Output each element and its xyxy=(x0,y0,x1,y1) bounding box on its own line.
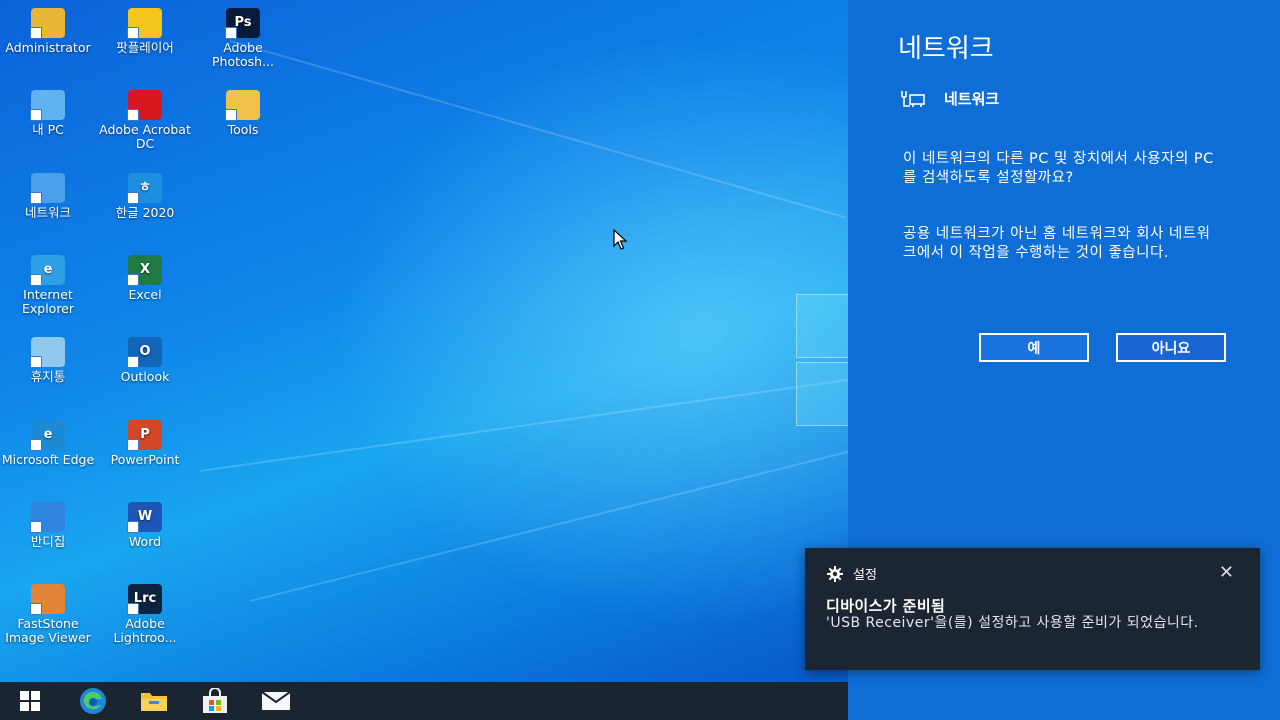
outlook-icon: O xyxy=(127,337,162,368)
network-icon xyxy=(30,173,65,204)
desktop[interactable]: Administrator 팟플레이어 Ps Adobe Photosh... 내 PC… xyxy=(0,0,848,682)
desktop-icon-label: 내 PC xyxy=(32,122,64,137)
desktop-icon[interactable]: P PowerPoint xyxy=(97,420,193,467)
desktop-icon[interactable]: e Microsoft Edge xyxy=(0,420,96,467)
edge-icon: e xyxy=(30,420,65,451)
taskbar-mail-button[interactable] xyxy=(256,686,296,716)
microsoft-store-icon xyxy=(203,688,227,713)
desktop-icon[interactable]: 반디집 xyxy=(0,502,96,549)
wallpaper-light-beam xyxy=(229,40,846,219)
desktop-icon-label: Excel xyxy=(128,287,162,302)
toast-title: 디바이스가 준비됨 xyxy=(826,597,946,615)
acrobat-icon xyxy=(127,90,162,121)
windows-start-icon xyxy=(20,691,40,711)
taskbar-store-button[interactable] xyxy=(195,686,235,716)
desktop-icon-label: Word xyxy=(128,534,162,549)
taskbar-edge-button[interactable] xyxy=(73,686,113,716)
network-entry[interactable]: 네트워크 xyxy=(900,88,999,109)
flyout-title: 네트워크 xyxy=(898,34,994,64)
desktop-icon-label: 반디집 xyxy=(30,534,66,549)
start-button[interactable] xyxy=(10,686,50,716)
toast-header: 설정 xyxy=(827,564,877,583)
user-folder-icon xyxy=(30,8,65,39)
desktop-icon-label: Tools xyxy=(227,122,259,137)
network-name: 네트워크 xyxy=(944,90,1000,108)
desktop-icon[interactable]: FastStone Image Viewer xyxy=(0,584,96,645)
hangul-icon: ㅎ xyxy=(127,173,162,204)
desktop-icon[interactable]: Administrator xyxy=(0,8,96,55)
yes-button[interactable]: 예 xyxy=(979,333,1089,362)
taskbar xyxy=(0,682,848,720)
recycle-bin-icon xyxy=(30,337,65,368)
excel-icon: X xyxy=(127,255,162,286)
toast-app-name: 설정 xyxy=(853,568,877,583)
desktop-icon-label: Adobe Acrobat DC xyxy=(99,122,191,151)
wallpaper-window-pane xyxy=(796,362,848,426)
desktop-icon-label: Microsoft Edge xyxy=(1,452,95,467)
file-explorer-icon xyxy=(141,693,167,711)
lightroom-icon: Lrc xyxy=(127,584,162,615)
wallpaper-light-beam xyxy=(199,378,848,472)
desktop-icon-label: Adobe Photosh... xyxy=(211,40,274,69)
desktop-icon-label: Outlook xyxy=(120,369,170,384)
desktop-icon-label: Administrator xyxy=(5,40,91,55)
desktop-icon-label: PowerPoint xyxy=(110,452,180,467)
discovery-question: 이 네트워크의 다른 PC 및 장치에서 사용자의 PC를 검색하도록 설정할까… xyxy=(903,151,1214,186)
wallpaper-light-beam xyxy=(249,450,848,602)
desktop-icon-label: 팟플레이어 xyxy=(116,40,174,55)
bandizip-icon xyxy=(30,502,65,533)
potplayer-icon xyxy=(127,8,162,39)
desktop-icon[interactable]: Tools xyxy=(195,90,291,137)
tools-folder-icon xyxy=(225,90,260,121)
close-icon[interactable]: ✕ xyxy=(1219,562,1234,583)
edge-taskbar-icon xyxy=(80,688,106,714)
computer-icon xyxy=(30,90,65,121)
desktop-icon[interactable]: ㅎ 한글 2020 xyxy=(97,173,193,220)
mouse-cursor-icon xyxy=(613,229,628,250)
desktop-icon-label: Internet Explorer xyxy=(21,287,75,316)
no-button[interactable]: 아니요 xyxy=(1116,333,1226,362)
desktop-icon-label: 네트워크 xyxy=(24,205,71,220)
discovery-advice: 공용 네트워크가 아닌 홈 네트워크와 회사 네트워크에서 이 작업을 수행하는… xyxy=(903,226,1211,261)
desktop-icon-label: FastStone Image Viewer xyxy=(5,616,91,645)
desktop-icon[interactable]: Ps Adobe Photosh... xyxy=(195,8,291,69)
mail-icon xyxy=(261,691,291,710)
powerpoint-icon: P xyxy=(127,420,162,451)
desktop-icon[interactable]: Adobe Acrobat DC xyxy=(97,90,193,151)
desktop-icon[interactable]: 휴지통 xyxy=(0,337,96,384)
desktop-icon[interactable]: e Internet Explorer xyxy=(0,255,96,316)
gear-icon xyxy=(827,565,843,582)
desktop-icon[interactable]: O Outlook xyxy=(97,337,193,384)
wallpaper-window-pane xyxy=(796,294,848,358)
desktop-icon[interactable]: W Word xyxy=(97,502,193,549)
ethernet-icon xyxy=(901,90,925,107)
desktop-icon[interactable]: 내 PC xyxy=(0,90,96,137)
desktop-icon[interactable]: Lrc Adobe Lightroo... xyxy=(97,584,193,645)
internet-explorer-icon: e xyxy=(30,255,65,286)
photoshop-icon: Ps xyxy=(225,8,260,39)
device-ready-toast[interactable]: 설정 ✕ 디바이스가 준비됨 'USB Receiver'을(를) 설정하고 사… xyxy=(805,548,1260,670)
faststone-icon xyxy=(30,584,65,615)
desktop-icon-label: 휴지통 xyxy=(30,369,66,384)
desktop-icon-label: Adobe Lightroo... xyxy=(113,616,177,645)
desktop-icon[interactable]: X Excel xyxy=(97,255,193,302)
desktop-icon-label: 한글 2020 xyxy=(115,205,175,220)
desktop-icon[interactable]: 네트워크 xyxy=(0,173,96,220)
word-icon: W xyxy=(127,502,162,533)
toast-body: 'USB Receiver'을(를) 설정하고 사용할 준비가 되었습니다. xyxy=(826,615,1199,631)
taskbar-file-explorer-button[interactable] xyxy=(134,686,174,716)
desktop-icon[interactable]: 팟플레이어 xyxy=(97,8,193,55)
